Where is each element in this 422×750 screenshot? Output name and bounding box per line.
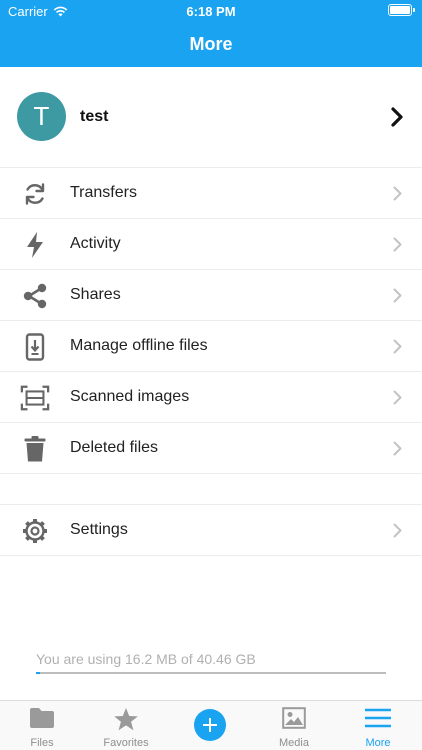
- top-bar: Carrier 6:18 PM More: [0, 0, 422, 67]
- chevron-right-icon: [393, 288, 402, 303]
- page-title: More: [189, 34, 233, 54]
- menu-item-label: Shares: [70, 286, 121, 303]
- profile-row[interactable]: T test: [0, 67, 422, 168]
- menu-item-scanned-images[interactable]: Scanned images: [0, 372, 422, 423]
- tab-bar: Files Favorites Media More: [0, 700, 422, 750]
- tab-label: Files: [30, 737, 54, 749]
- clock: 6:18 PM: [186, 4, 236, 19]
- chevron-right-icon: [393, 523, 402, 538]
- tab-label: Media: [279, 737, 309, 749]
- menu-item-label: Manage offline files: [70, 337, 208, 354]
- tab-media[interactable]: Media: [252, 701, 336, 750]
- menu-item-label: Deleted files: [70, 439, 159, 456]
- chevron-right-icon: [393, 339, 402, 354]
- menu-item-settings[interactable]: Settings: [0, 504, 422, 556]
- star-icon: [84, 707, 168, 732]
- menu-item-activity[interactable]: Activity: [0, 219, 422, 270]
- menu-item-label: Transfers: [70, 184, 137, 201]
- menu-item-label: Activity: [70, 235, 121, 252]
- menu-item-label: Scanned images: [70, 388, 190, 405]
- menu-icon: [336, 707, 420, 729]
- avatar: T: [17, 92, 66, 141]
- status-bar: Carrier 6:18 PM: [0, 0, 422, 22]
- storage-usage-fill: [36, 672, 40, 674]
- chevron-right-icon: [393, 441, 402, 456]
- storage-usage-text: You are using 16.2 MB of 40.46 GB: [36, 651, 256, 667]
- menu-item-manage-offline-files[interactable]: Manage offline files: [0, 321, 422, 372]
- menu-item-label: Settings: [70, 521, 128, 538]
- plus-icon: [168, 709, 252, 741]
- phone-download-icon: [20, 333, 50, 361]
- chevron-right-icon: [391, 107, 403, 127]
- battery-icon: [388, 4, 415, 16]
- share-icon: [20, 282, 50, 310]
- tab-files[interactable]: Files: [0, 701, 84, 750]
- tab-more[interactable]: More: [336, 701, 420, 750]
- menu-list: Transfers Activity Shares Manage offline…: [0, 168, 422, 474]
- transfer-icon: [20, 180, 50, 208]
- chevron-right-icon: [393, 237, 402, 252]
- profile-name: test: [80, 108, 109, 125]
- tab-label: Favorites: [103, 737, 149, 749]
- tab-add[interactable]: [168, 701, 252, 750]
- menu-item-deleted-files[interactable]: Deleted files: [0, 423, 422, 474]
- image-icon: [252, 707, 336, 729]
- menu-item-shares[interactable]: Shares: [0, 270, 422, 321]
- chevron-right-icon: [393, 390, 402, 405]
- chevron-right-icon: [393, 186, 402, 201]
- tab-favorites[interactable]: Favorites: [84, 701, 168, 750]
- screen: Carrier 6:18 PM More T test Transfers Ac…: [0, 0, 422, 750]
- menu-item-transfers[interactable]: Transfers: [0, 168, 422, 219]
- scanner-icon: [20, 384, 50, 412]
- gear-icon: [20, 517, 50, 545]
- trash-icon: [20, 435, 50, 463]
- storage-usage-bar: [36, 672, 386, 674]
- lightning-icon: [20, 231, 50, 259]
- folder-icon: [0, 707, 84, 729]
- tab-label: More: [365, 737, 391, 749]
